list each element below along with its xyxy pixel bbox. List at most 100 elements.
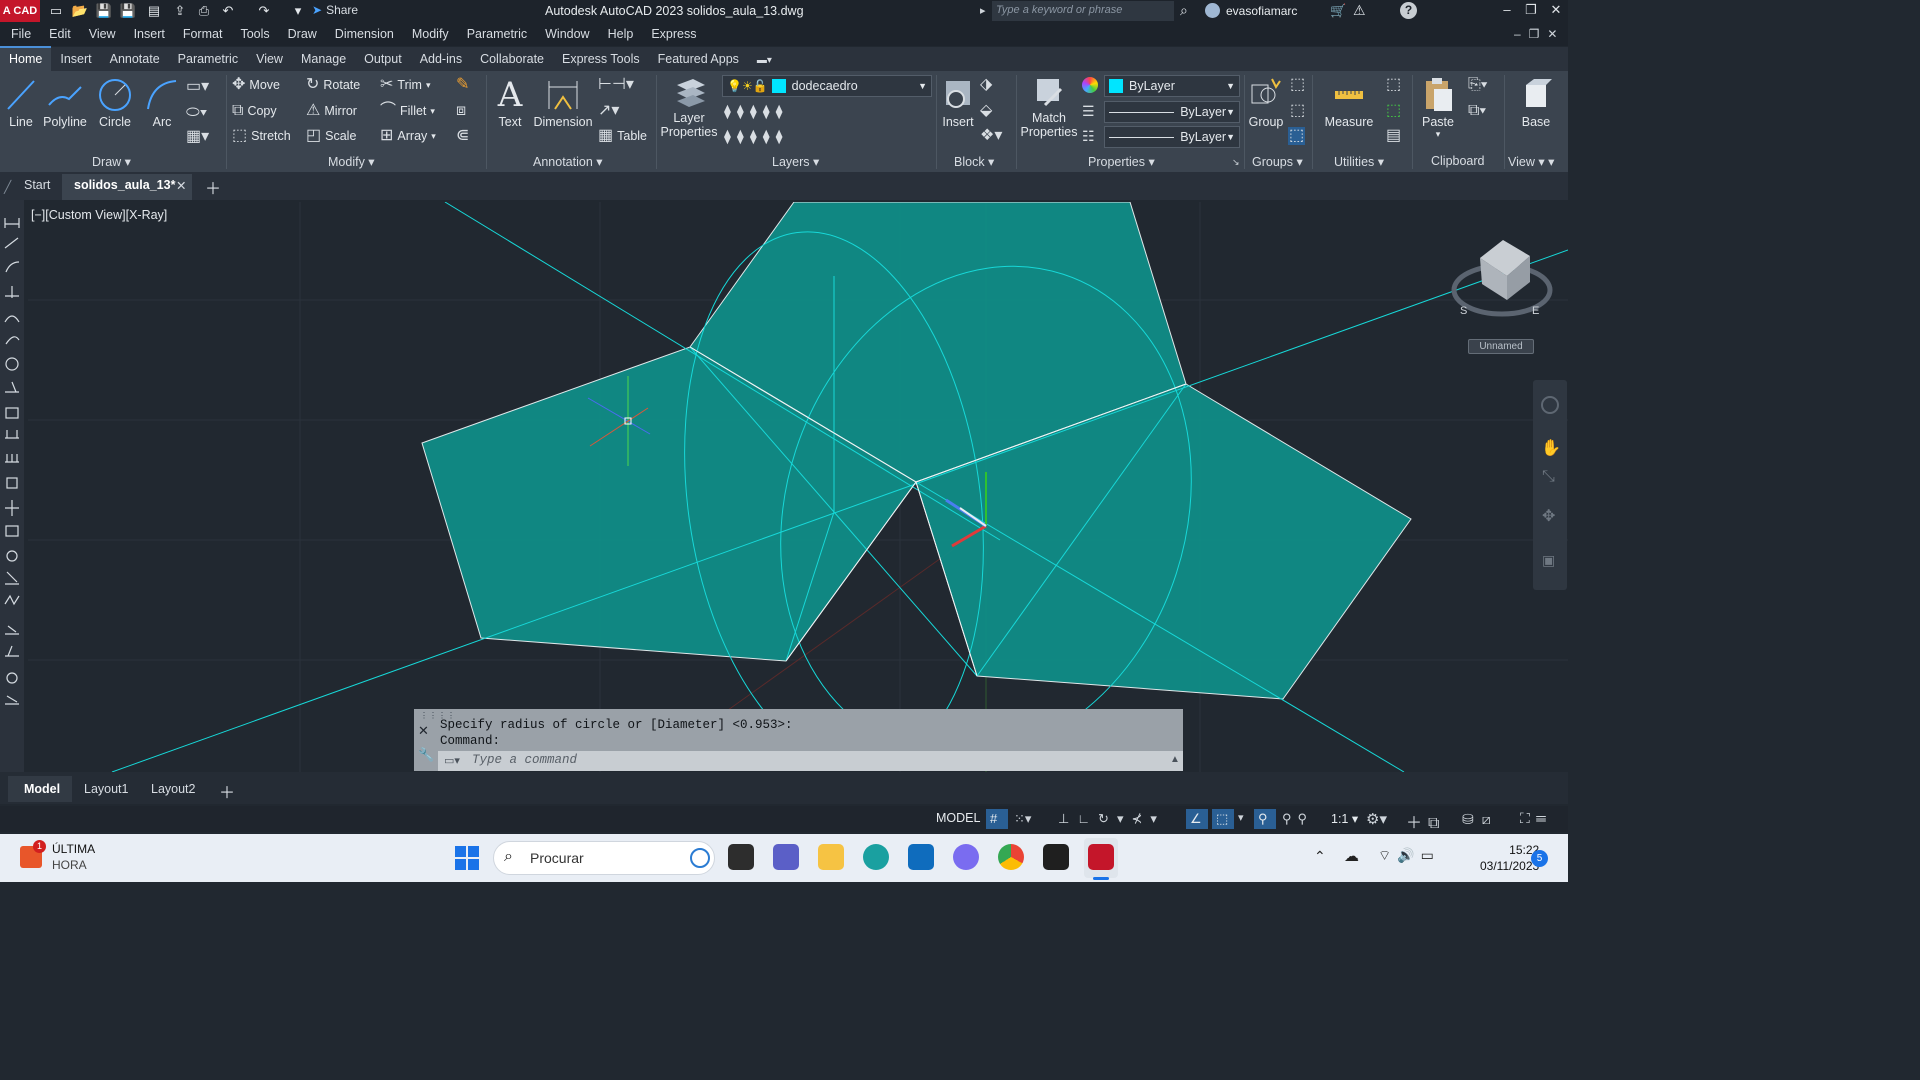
windows-start-icon[interactable] bbox=[455, 846, 479, 870]
save-icon[interactable]: 💾 bbox=[96, 3, 112, 19]
offset-icon[interactable]: ⋐ bbox=[456, 128, 469, 144]
new-tab-icon[interactable]: ＋ bbox=[205, 175, 221, 199]
autocad-icon[interactable] bbox=[1088, 844, 1114, 870]
recent-commands-icon[interactable]: ▭▾ bbox=[444, 754, 460, 767]
tab-home[interactable]: Home bbox=[0, 46, 52, 71]
layer-tools-row2[interactable]: ⧫⧫⧫⧫⧫ bbox=[724, 128, 789, 144]
rectangle-icon[interactable]: ▭▾ bbox=[186, 79, 209, 95]
menu-view[interactable]: View bbox=[80, 27, 125, 41]
tab-collaborate[interactable]: Collaborate bbox=[471, 48, 553, 71]
menu-draw[interactable]: Draw bbox=[279, 27, 326, 41]
explode-icon[interactable]: ⧈ bbox=[456, 103, 466, 119]
plot-icon[interactable]: ⎙ bbox=[196, 3, 212, 19]
isolate-icons[interactable]: ⛁⧄ bbox=[1462, 811, 1499, 828]
lineweight-dropdown[interactable]: ByLayer ▼ bbox=[1104, 126, 1240, 148]
username[interactable]: evasofiamarc bbox=[1226, 4, 1297, 18]
linetype-dropdown[interactable]: ByLayer ▼ bbox=[1104, 101, 1240, 123]
groups-panel-label[interactable]: Groups ▾ bbox=[1252, 154, 1303, 169]
autodesk-app-icon[interactable]: ⚠ bbox=[1353, 2, 1366, 19]
color-wheel-icon[interactable] bbox=[1082, 77, 1098, 93]
menu-insert[interactable]: Insert bbox=[125, 27, 174, 41]
menu-help[interactable]: Help bbox=[599, 27, 643, 41]
measure-button[interactable]: Measure bbox=[1320, 75, 1378, 129]
calculator-icon[interactable]: ▤ bbox=[1386, 128, 1401, 144]
drafting-icons[interactable]: ⊥∟↻▾⊀▾ bbox=[1058, 811, 1165, 827]
menu-file[interactable]: File bbox=[0, 27, 40, 41]
help-icon[interactable]: ? bbox=[1400, 2, 1417, 19]
draw-panel-label[interactable]: Draw ▾ bbox=[92, 154, 131, 169]
teams-icon[interactable] bbox=[773, 844, 799, 870]
snap-icon[interactable]: ⁙▾ bbox=[1014, 811, 1031, 827]
circle-button[interactable]: Circle bbox=[95, 75, 135, 129]
annoscale-icons[interactable]: ⚲⚲ bbox=[1282, 811, 1313, 827]
news-subtitle[interactable]: HORA bbox=[52, 858, 87, 872]
ucs-menu-button[interactable]: Unnamed bbox=[1468, 339, 1534, 354]
create-block-icon[interactable]: ⬗ bbox=[980, 77, 992, 93]
paste-button[interactable]: Paste ▾ bbox=[1418, 75, 1458, 140]
tab-layout1[interactable]: Layout1 bbox=[84, 782, 128, 796]
store-icon[interactable] bbox=[908, 844, 934, 870]
qat-menu-icon[interactable]: ▾ bbox=[290, 3, 306, 19]
scale-button[interactable]: ◰ Scale bbox=[306, 128, 356, 144]
tab-view[interactable]: View bbox=[247, 48, 292, 71]
table-button[interactable]: ▦ Table bbox=[598, 128, 647, 144]
rotate-button[interactable]: ↻ Rotate bbox=[306, 77, 360, 93]
view-panel-label[interactable]: View ▾ ▾ bbox=[1508, 154, 1554, 169]
menu-tools[interactable]: Tools bbox=[231, 27, 278, 41]
close-tab-icon[interactable]: ✕ bbox=[176, 178, 186, 193]
user-icon[interactable] bbox=[1205, 3, 1220, 18]
insert-block-button[interactable]: Insert bbox=[940, 75, 976, 129]
open-web-icon[interactable]: ▤ bbox=[146, 3, 162, 19]
dimension-button[interactable]: Dimension bbox=[532, 75, 594, 129]
arc-button[interactable]: Arc bbox=[142, 75, 182, 129]
tab-parametric[interactable]: Parametric bbox=[169, 48, 247, 71]
group-selection-icon[interactable]: ⬚ bbox=[1288, 127, 1306, 145]
new-layout-icon[interactable]: ＋ bbox=[219, 779, 235, 803]
viewport-label[interactable]: [−][Custom View][X-Ray] bbox=[31, 208, 167, 222]
tab-featured-apps[interactable]: Featured Apps bbox=[649, 48, 748, 71]
zoom-icon[interactable]: ⤡ bbox=[1542, 468, 1555, 486]
steering-wheel-icon[interactable] bbox=[1541, 396, 1559, 414]
menu-modify[interactable]: Modify bbox=[403, 27, 458, 41]
mirror-button[interactable]: ⚠ Mirror bbox=[306, 103, 357, 119]
annotation-scale[interactable]: 1:1 ▾ bbox=[1331, 811, 1358, 826]
onedrive-icon[interactable]: ☁ bbox=[1344, 847, 1359, 865]
group-button[interactable]: Group bbox=[1248, 75, 1284, 129]
autocad-acs-icon[interactable] bbox=[1043, 844, 1069, 870]
tab-annotate[interactable]: Annotate bbox=[101, 48, 169, 71]
drawing-window-controls[interactable]: –❐✕ bbox=[1514, 27, 1566, 41]
layer-tools-row1[interactable]: ⧫⧫⧫⧫⧫ bbox=[724, 103, 789, 119]
tab-addins[interactable]: Add-ins bbox=[411, 48, 471, 71]
search-icon[interactable]: ⌕ bbox=[1180, 2, 1188, 19]
tab-express-tools[interactable]: Express Tools bbox=[553, 48, 649, 71]
properties-launcher-icon[interactable]: ↘ bbox=[1232, 157, 1240, 168]
file-explorer-icon[interactable] bbox=[818, 844, 844, 870]
autocad-logo[interactable]: A CAD bbox=[0, 0, 40, 22]
group-edit-icon[interactable]: ⬚ bbox=[1290, 103, 1305, 119]
open-icon[interactable]: 📂 bbox=[72, 3, 88, 19]
close-button[interactable]: ✕ bbox=[1545, 2, 1567, 20]
tab-current-file-label[interactable]: solidos_aula_13* bbox=[74, 178, 175, 192]
clipboard-panel-label[interactable]: Clipboard bbox=[1431, 154, 1485, 168]
new-icon[interactable]: ▭ bbox=[48, 3, 64, 19]
copy-clip-icon[interactable]: ⧉▾ bbox=[1468, 103, 1486, 119]
redo-icon[interactable]: ↷ bbox=[256, 3, 272, 19]
text-button[interactable]: A Text bbox=[492, 75, 528, 129]
match-properties-button[interactable]: Match Properties bbox=[1020, 75, 1078, 139]
erase-icon[interactable]: ✎ bbox=[456, 77, 469, 93]
network-volume-battery-icons[interactable]: ⌔🔊▭ bbox=[1378, 847, 1440, 865]
line-button[interactable]: Line bbox=[4, 75, 38, 129]
news-title[interactable]: ÚLTIMA bbox=[52, 842, 95, 856]
maximize-button[interactable]: ❐ bbox=[1520, 2, 1542, 20]
layer-properties-button[interactable]: Layer Properties bbox=[660, 75, 718, 139]
polyline-button[interactable]: Polyline bbox=[42, 75, 88, 129]
search-expand-icon[interactable]: ▸ bbox=[980, 4, 986, 17]
copilot-icon[interactable] bbox=[953, 844, 979, 870]
help-search-input[interactable]: Type a keyword or phrase bbox=[992, 1, 1174, 21]
tab-manage[interactable]: Manage bbox=[292, 48, 355, 71]
move-button[interactable]: ✥ Move bbox=[232, 77, 280, 93]
select-all-icon[interactable]: ⬚ bbox=[1386, 103, 1401, 119]
ungroup-icon[interactable]: ⬚ bbox=[1290, 77, 1305, 93]
fullscreen-and-customize-icons[interactable]: ⛶☰ bbox=[1520, 810, 1552, 827]
tab-insert[interactable]: Insert bbox=[51, 48, 100, 71]
